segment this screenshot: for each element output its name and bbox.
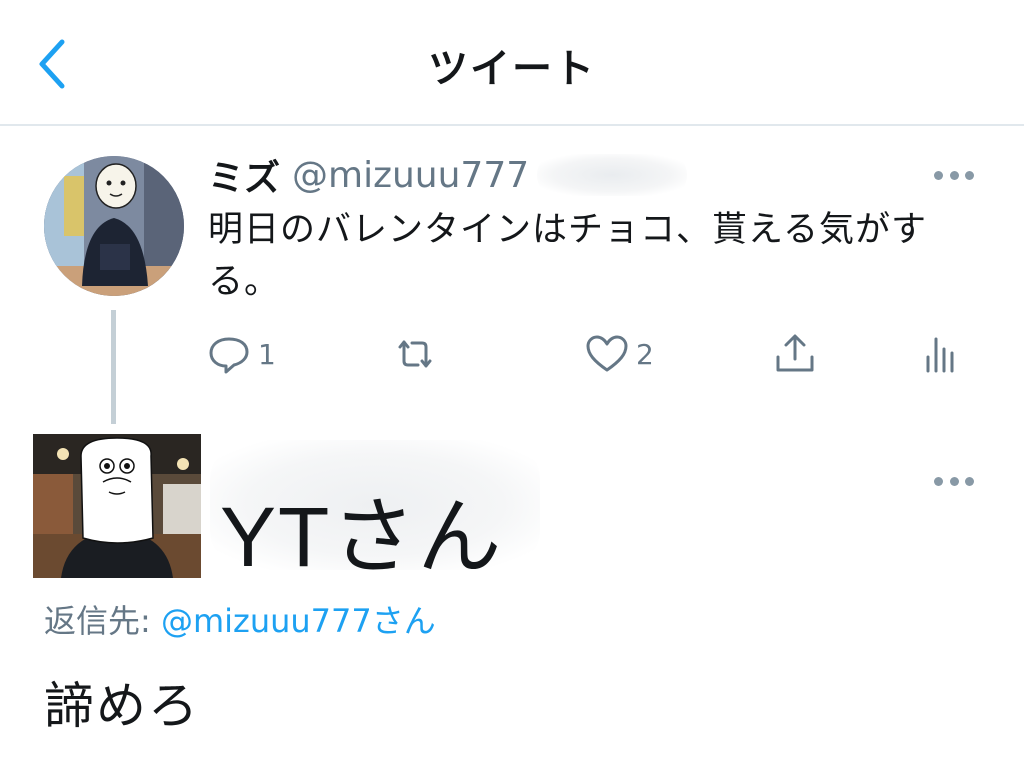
more-dot: [934, 476, 943, 486]
reply-author-display-name[interactable]: YTさん: [220, 470, 503, 591]
reply-icon: [209, 337, 249, 374]
replying-to-label: 返信先:: [44, 602, 161, 640]
reply-button[interactable]: 1: [206, 326, 276, 382]
top-bar: ツイート: [0, 0, 1024, 126]
redacted-area: [537, 154, 688, 196]
thread-connector: [111, 310, 116, 424]
more-dot: [965, 476, 974, 486]
more-options-button[interactable]: [934, 168, 974, 182]
retweet-button[interactable]: [392, 326, 444, 382]
more-options-button[interactable]: [934, 474, 974, 488]
tweet-actions: 1 2: [206, 326, 966, 382]
replying-to-handle[interactable]: @mizuuu777さん: [161, 602, 436, 640]
more-dot: [949, 170, 959, 180]
avatar-image: [33, 434, 201, 578]
like-button[interactable]: 2: [584, 326, 654, 382]
share-button[interactable]: [772, 326, 818, 382]
tweet-text: 明日のバレンタインはチョコ、貰える気がする。: [208, 210, 927, 302]
like-count: 2: [636, 337, 654, 371]
author-handle[interactable]: @mizuuu777: [292, 155, 529, 196]
more-dot: [934, 170, 943, 180]
reply-text: 諦めろ: [44, 677, 200, 735]
share-icon: [776, 334, 814, 372]
heart-icon: [586, 335, 628, 372]
replying-to: 返信先: @mizuuu777さん: [44, 596, 436, 642]
more-dot: [965, 170, 974, 180]
more-dot: [949, 476, 959, 486]
reply-author-avatar[interactable]: [33, 434, 201, 578]
author-avatar[interactable]: [44, 156, 184, 296]
retweet-icon: [398, 340, 432, 368]
reply-count: 1: [258, 337, 276, 371]
analytics-button[interactable]: [916, 326, 962, 382]
tweet-header: ミズ @mizuuu777: [208, 149, 688, 201]
avatar-image: [44, 156, 184, 296]
author-display-name[interactable]: ミズ: [208, 149, 280, 201]
analytics-icon: [926, 337, 954, 373]
page-title: ツイート: [428, 46, 596, 92]
